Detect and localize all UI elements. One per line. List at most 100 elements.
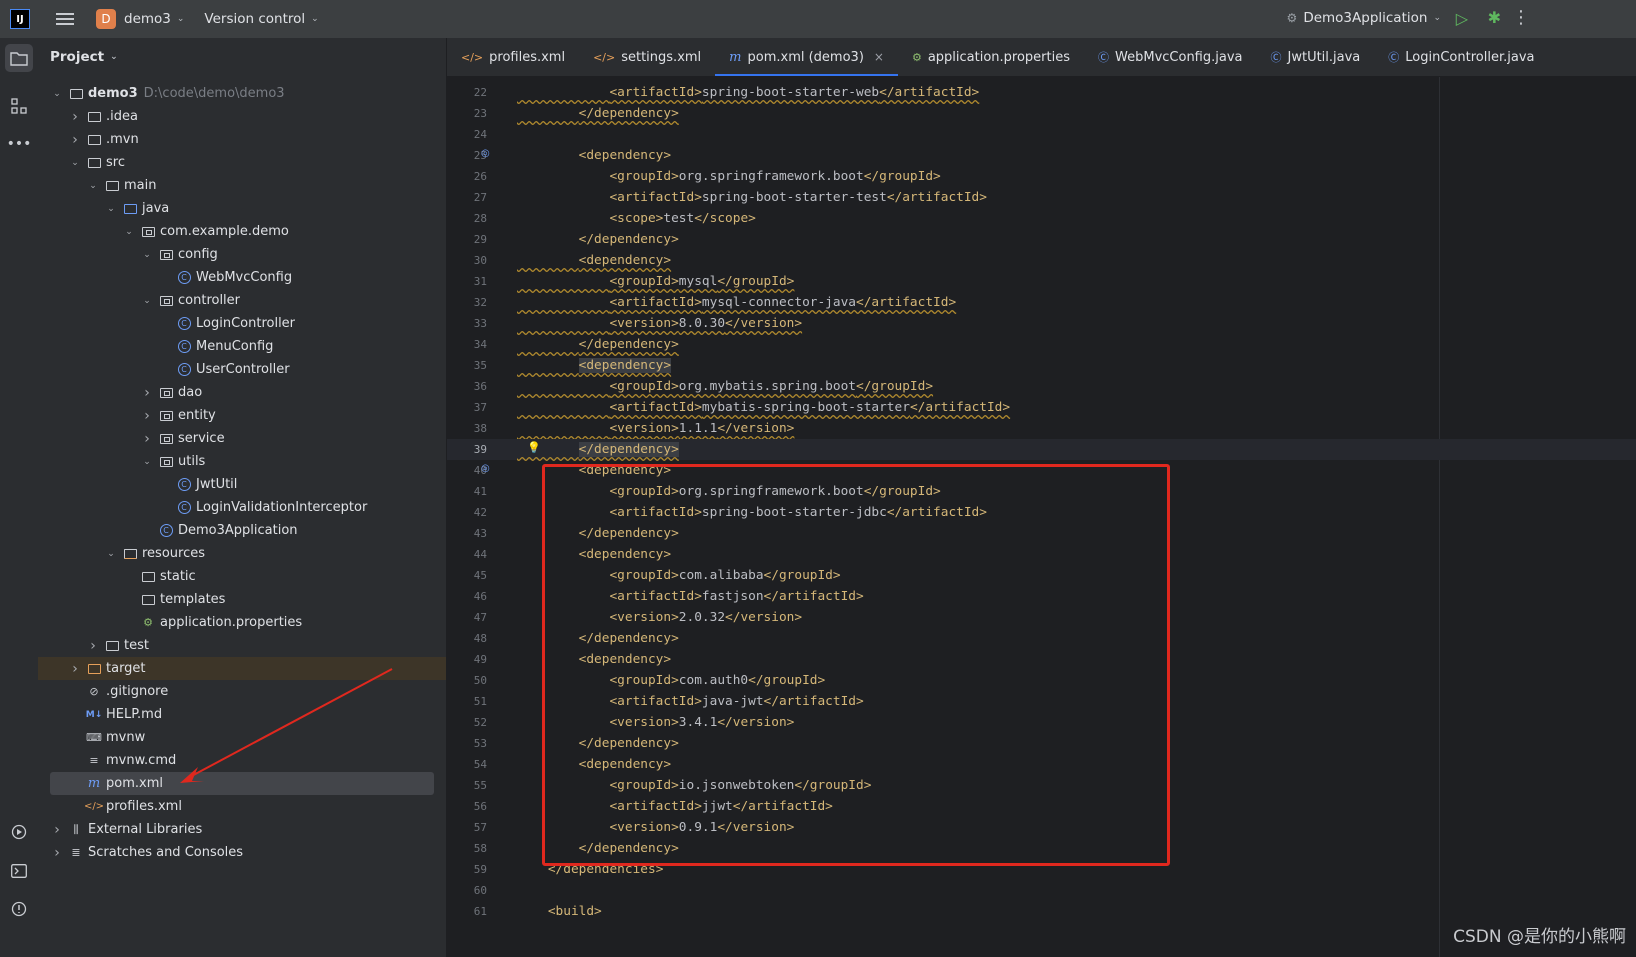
tree-item[interactable]: ⌄ controller — [38, 289, 446, 312]
tree-item[interactable]: ⌄ resources — [38, 542, 446, 565]
tree-item[interactable]: › dao — [38, 381, 446, 404]
tree-item[interactable]: ⌄ java — [38, 197, 446, 220]
chevron-right-icon[interactable]: › — [140, 431, 154, 447]
tree-item[interactable]: ⌄ com.example.demo — [38, 220, 446, 243]
tree-item[interactable]: C JwtUtil — [38, 473, 446, 496]
chevron-right-icon[interactable]: › — [68, 109, 82, 125]
chevron-down-icon[interactable]: ⌄ — [86, 181, 100, 191]
tree-item-label: WebMvcConfig — [196, 270, 293, 285]
tree-item[interactable]: ⊘ .gitignore — [38, 680, 446, 703]
run-icon[interactable]: ▷ — [1456, 9, 1468, 28]
vcs-menu[interactable]: Version control — [204, 11, 305, 27]
tree-item[interactable]: ⌨ mvnw — [38, 726, 446, 749]
main-menu-icon[interactable] — [56, 13, 74, 25]
tree-item-label: Demo3Application — [178, 523, 298, 538]
tree-item[interactable]: m pom.xml — [38, 772, 446, 795]
line-number: 60 — [473, 884, 487, 897]
tree-item[interactable]: ⌄ main — [38, 174, 446, 197]
tree-item[interactable]: › service — [38, 427, 446, 450]
tab-label: settings.xml — [621, 49, 702, 65]
chevron-down-icon[interactable]: ⌄ — [104, 204, 118, 214]
more-icon[interactable]: ••• — [5, 130, 33, 158]
tree-item[interactable]: ≡ mvnw.cmd — [38, 749, 446, 772]
tree-item[interactable]: templates — [38, 588, 446, 611]
chevron-right-icon[interactable]: › — [68, 132, 82, 148]
close-icon[interactable]: × — [874, 50, 884, 64]
editor-tab[interactable]: Ⓒ LoginController.java — [1374, 38, 1548, 76]
code-content: <version>8.0.30</version> — [609, 316, 803, 331]
tree-item[interactable]: C LoginValidationInterceptor — [38, 496, 446, 519]
editor-tab[interactable]: ⚙ application.properties — [898, 38, 1084, 76]
line-number: 33 — [473, 317, 487, 330]
chevron-down-icon[interactable]: ⌄ — [122, 227, 136, 237]
project-folder-icon[interactable] — [5, 44, 33, 72]
tree-item[interactable]: </> profiles.xml — [38, 795, 446, 818]
debug-icon[interactable]: ✱ — [1488, 8, 1501, 27]
tree-item[interactable]: M↓ HELP.md — [38, 703, 446, 726]
chevron-down-icon[interactable]: ⌄ — [50, 89, 64, 99]
dependency-gutter-icon[interactable]: ◎ — [481, 148, 490, 159]
tree-item[interactable]: › target — [38, 657, 446, 680]
line-number: 43 — [473, 527, 487, 540]
services-icon[interactable] — [5, 818, 33, 846]
structure-icon[interactable] — [5, 92, 33, 120]
folder-icon — [140, 570, 156, 584]
terminal-icon[interactable] — [5, 857, 33, 885]
editor-tab[interactable]: Ⓒ JwtUtil.java — [1257, 38, 1375, 76]
chevron-right-icon[interactable]: › — [140, 408, 154, 424]
dependency-gutter-icon[interactable]: ◎ — [481, 463, 490, 474]
tree-item[interactable]: › .mvn — [38, 128, 446, 151]
editor-tab[interactable]: </> settings.xml — [579, 38, 715, 76]
tree-item[interactable]: C Demo3Application — [38, 519, 446, 542]
tree-item[interactable]: C MenuConfig — [38, 335, 446, 358]
tab-label: pom.xml (demo3) — [747, 49, 864, 65]
tree-item[interactable]: ⌄ demo3 D:\code\demo\demo3 — [38, 82, 446, 105]
code-line: <artifactId>mysql-connector-java</artifa… — [517, 292, 956, 313]
folder-icon — [104, 179, 120, 193]
maven-icon: m — [87, 776, 101, 791]
code-line: <dependency> — [517, 250, 671, 271]
tree-item[interactable]: C UserController — [38, 358, 446, 381]
chevron-down-icon[interactable]: ⌄ — [140, 296, 154, 306]
code-line: <build> — [517, 901, 602, 922]
tree-item[interactable]: › test — [38, 634, 446, 657]
right-margin-guide — [1439, 77, 1440, 957]
more-vertical-icon[interactable]: ⋮ — [1512, 7, 1530, 28]
tree-item[interactable]: C WebMvcConfig — [38, 266, 446, 289]
tree-item[interactable]: › entity — [38, 404, 446, 427]
tree-item[interactable]: ⌄ utils — [38, 450, 446, 473]
tree-item-label: dao — [178, 385, 203, 400]
tree-item[interactable]: › ≣ Scratches and Consoles — [38, 841, 446, 864]
tree-item[interactable]: ⌄ src — [38, 151, 446, 174]
editor-tab[interactable]: </> profiles.xml — [447, 38, 579, 76]
chevron-right-icon[interactable]: › — [140, 385, 154, 401]
chevron-right-icon[interactable]: › — [50, 822, 64, 838]
chevron-down-icon[interactable]: ⌄ — [140, 457, 154, 467]
editor-tab[interactable]: Ⓒ WebMvcConfig.java — [1084, 38, 1256, 76]
problems-icon[interactable] — [5, 895, 33, 923]
project-switcher[interactable]: demo3 — [124, 11, 171, 27]
tree-item[interactable]: ⌄ config — [38, 243, 446, 266]
java-class-icon: C — [158, 524, 174, 538]
tree-item[interactable]: ⚙ application.properties — [38, 611, 446, 634]
line-number: 52 — [473, 716, 487, 729]
project-badge[interactable]: D — [96, 9, 116, 29]
intellij-logo-icon[interactable]: IJ — [10, 9, 30, 29]
project-panel-header[interactable]: Project ⌄ — [38, 38, 446, 76]
tree-item[interactable]: › ⫼ External Libraries — [38, 818, 446, 841]
tree-item[interactable]: › .idea — [38, 105, 446, 128]
chevron-down-icon[interactable]: ⌄ — [104, 549, 118, 559]
run-config-selector[interactable]: ⚙ Demo3Application ⌄ — [1287, 10, 1441, 26]
chevron-right-icon[interactable]: › — [50, 845, 64, 861]
line-number: 47 — [473, 611, 487, 624]
chevron-down-icon[interactable]: ⌄ — [68, 158, 82, 168]
tree-item[interactable]: static — [38, 565, 446, 588]
tree-item[interactable]: C LoginController — [38, 312, 446, 335]
chevron-down-icon[interactable]: ⌄ — [140, 250, 154, 260]
editor-tab[interactable]: m pom.xml (demo3) × — [715, 38, 898, 76]
chevron-right-icon[interactable]: › — [86, 638, 100, 654]
folder-icon — [86, 156, 102, 170]
tree-item-label: resources — [142, 546, 206, 561]
java-class-icon: C — [176, 271, 192, 285]
chevron-right-icon[interactable]: › — [68, 661, 82, 677]
